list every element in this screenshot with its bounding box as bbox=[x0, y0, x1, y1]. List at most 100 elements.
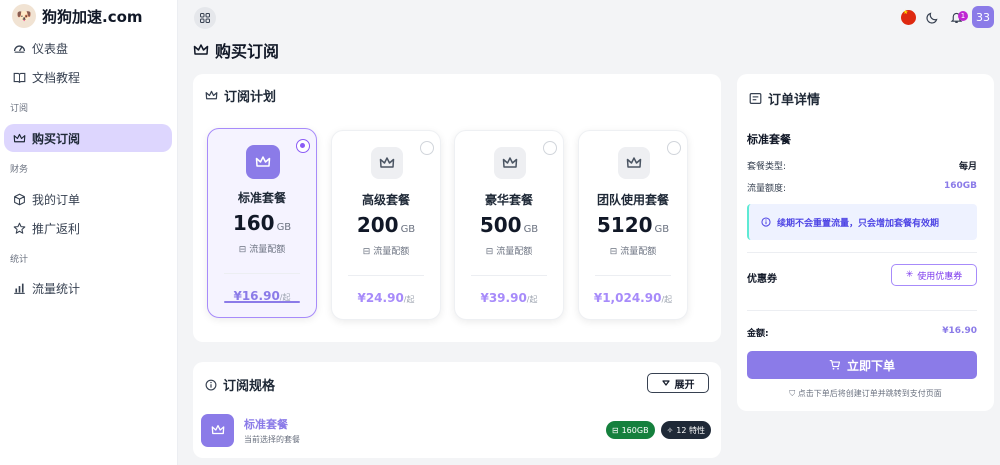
sidebar-item-docs[interactable]: 文档教程 bbox=[4, 63, 172, 91]
renewal-notice: 续期不会重置流量，只会增加套餐有效期 bbox=[747, 204, 977, 240]
spec-card-title-text: 订阅规格 bbox=[223, 379, 276, 394]
crown-icon bbox=[205, 90, 218, 100]
plan-card-luxury[interactable]: 豪华套餐 500 GB ⊟ 流量配额 ¥39.90/起 bbox=[454, 130, 564, 320]
china-flag-icon[interactable] bbox=[901, 9, 916, 25]
order-type-label: 套餐类型: bbox=[747, 162, 787, 172]
crown-icon bbox=[494, 147, 526, 179]
order-total-row: 金额: ¥16.90 bbox=[747, 326, 977, 339]
box-icon bbox=[13, 193, 26, 206]
spec-row: 标准套餐 当前选择的套餐 ⊟ 160GB ✧ 12 特性 bbox=[201, 413, 711, 447]
order-total-label: 金额: bbox=[747, 329, 769, 339]
sidebar-item-referral[interactable]: 推广返利 bbox=[4, 214, 172, 242]
selected-underline bbox=[224, 301, 300, 303]
plan-name: 标准套餐 bbox=[237, 191, 286, 205]
order-traffic-value: 160GB bbox=[943, 181, 977, 191]
features-pill: ✧ 12 特性 bbox=[660, 421, 711, 439]
moon-icon[interactable] bbox=[924, 9, 940, 25]
plan-price: ¥24.90/起 bbox=[357, 291, 415, 305]
sidebar-item-label: 仪表盘 bbox=[32, 41, 69, 56]
sidebar-group-subscription: 订阅 bbox=[10, 104, 29, 114]
sidebar-item-dashboard[interactable]: 仪表盘 bbox=[4, 34, 172, 62]
order-plan-name: 标准套餐 bbox=[747, 133, 791, 146]
plan-radio[interactable] bbox=[296, 139, 310, 153]
expand-button[interactable]: 展开 bbox=[647, 373, 709, 393]
plan-name: 高级套餐 bbox=[361, 193, 410, 207]
gauge-icon bbox=[13, 42, 26, 55]
spec-card-title: 订阅规格 bbox=[205, 375, 275, 394]
crown-icon bbox=[246, 145, 280, 179]
sidebar-item-label: 我的订单 bbox=[32, 192, 81, 207]
crown-icon bbox=[13, 132, 26, 145]
plan-radio[interactable] bbox=[543, 141, 557, 155]
sidebar: 🐶 狗狗加速.com 仪表盘 文档教程 订阅 购买订阅 财务 我的订单 推广返利… bbox=[0, 0, 178, 465]
plan-radio[interactable] bbox=[667, 141, 681, 155]
sparkle-icon: ✳ bbox=[905, 270, 914, 280]
plan-quota: ⊟ 流量配额 bbox=[238, 245, 286, 255]
info-icon bbox=[205, 379, 217, 390]
order-footnote: ⛉ 点击下单后将创建订单并跳转到支付页面 bbox=[789, 389, 942, 398]
plan-quota: ⊟ 流量配额 bbox=[362, 247, 410, 257]
crown-icon bbox=[201, 413, 234, 447]
use-coupon-label: 使用优惠券 bbox=[917, 271, 963, 282]
chart-icon bbox=[13, 282, 26, 295]
sidebar-item-label: 推广返利 bbox=[32, 221, 81, 236]
star-icon bbox=[13, 222, 26, 235]
plan-card-team[interactable]: 团队使用套餐 5120 GB ⊟ 流量配额 ¥1,024.90/起 bbox=[578, 130, 688, 320]
traffic-pill: ⊟ 160GB bbox=[605, 421, 655, 439]
info-icon bbox=[761, 217, 771, 227]
book-icon bbox=[13, 71, 26, 84]
expand-label: 展开 bbox=[674, 379, 695, 391]
order-type-value: 每月 bbox=[958, 162, 977, 172]
plan-size: 200 GB bbox=[356, 213, 416, 237]
logo-text: 狗狗加速.com bbox=[42, 7, 143, 26]
dog-logo-icon: 🐶 bbox=[12, 4, 36, 28]
menu-toggle-button[interactable] bbox=[194, 7, 216, 29]
order-card: 订单详情 标准套餐 套餐类型: 每月 流量额度: 160GB 续期不会重置流量，… bbox=[737, 74, 994, 411]
divider bbox=[224, 273, 300, 274]
plan-quota: ⊟ 流量配额 bbox=[609, 247, 657, 257]
use-coupon-button[interactable]: ✳ 使用优惠券 bbox=[891, 264, 977, 286]
order-traffic-label: 流量额度: bbox=[747, 184, 787, 194]
order-total-value: ¥16.90 bbox=[942, 326, 977, 336]
crown-icon bbox=[193, 44, 209, 55]
plan-card-standard[interactable]: 标准套餐 160 GB ⊟ 流量配额 ¥16.90/起 bbox=[207, 128, 317, 318]
plan-name: 团队使用套餐 bbox=[596, 193, 669, 207]
plan-size: 160 GB bbox=[232, 211, 292, 235]
plan-radio[interactable] bbox=[420, 141, 434, 155]
plan-price: ¥39.90/起 bbox=[480, 291, 538, 305]
sidebar-group-stats: 统计 bbox=[10, 255, 29, 265]
plan-price: ¥1,024.90/起 bbox=[593, 291, 673, 305]
sidebar-item-my-orders[interactable]: 我的订单 bbox=[4, 185, 172, 213]
logo[interactable]: 🐶 狗狗加速.com bbox=[12, 4, 143, 28]
divider bbox=[595, 275, 671, 276]
sidebar-item-label: 购买订阅 bbox=[32, 131, 81, 146]
plan-size: 5120 GB bbox=[596, 213, 670, 237]
divider bbox=[747, 252, 977, 253]
spec-text: 标准套餐 当前选择的套餐 bbox=[244, 416, 300, 445]
plan-quota: ⊟ 流量配额 bbox=[485, 247, 533, 257]
divider bbox=[747, 310, 977, 311]
sidebar-group-finance: 财务 bbox=[10, 165, 29, 175]
plans-card-title-text: 订阅计划 bbox=[224, 90, 277, 105]
divider bbox=[348, 275, 424, 276]
order-now-label: 立即下单 bbox=[846, 358, 895, 373]
renewal-notice-text: 续期不会重置流量，只会增加套餐有效期 bbox=[777, 218, 940, 229]
grid-icon bbox=[200, 13, 210, 23]
page-title: 购买订阅 bbox=[193, 38, 279, 62]
crown-icon bbox=[371, 147, 403, 179]
spec-card: 订阅规格 展开 标准套餐 当前选择的套餐 ⊟ 160GB ✧ 12 特性 bbox=[193, 362, 721, 458]
avatar[interactable]: 33 bbox=[972, 6, 994, 28]
shield-icon: ⛉ bbox=[789, 389, 796, 398]
order-card-title-text: 订单详情 bbox=[768, 93, 821, 108]
sidebar-item-traffic-stats[interactable]: 流量统计 bbox=[4, 274, 172, 302]
crown-icon bbox=[618, 147, 650, 179]
plan-card-premium[interactable]: 高级套餐 200 GB ⊟ 流量配额 ¥24.90/起 bbox=[331, 130, 441, 320]
receipt-icon bbox=[749, 93, 762, 104]
sidebar-item-label: 文档教程 bbox=[32, 70, 81, 85]
sidebar-item-buy-subscription[interactable]: 购买订阅 bbox=[4, 124, 172, 152]
spec-plan-name: 标准套餐 bbox=[244, 417, 288, 431]
order-now-button[interactable]: 立即下单 bbox=[747, 351, 977, 379]
bell-icon[interactable]: 1 bbox=[948, 9, 968, 25]
coupon-label: 优惠券 bbox=[747, 274, 777, 285]
order-type-row: 套餐类型: 每月 bbox=[747, 159, 977, 172]
